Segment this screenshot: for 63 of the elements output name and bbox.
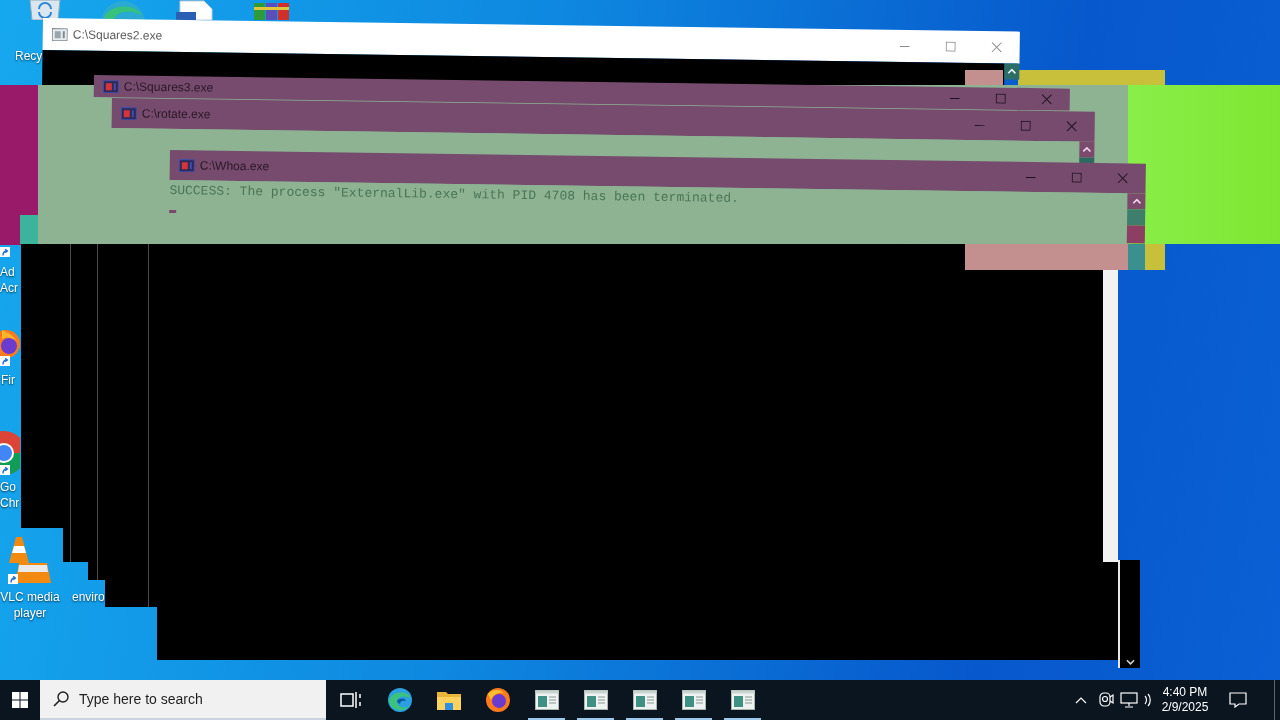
browser-icon[interactable] [0,327,20,359]
books-icon[interactable] [253,0,291,20]
chevron-up-icon [1075,696,1087,704]
app-window-icon [583,690,608,710]
close-icon [1041,94,1052,105]
console-app-icon [120,106,137,120]
search-box[interactable]: Type here to search [40,680,326,720]
chevron-up-icon [1007,68,1017,75]
chevron-up-icon [1082,146,1092,153]
desktop-icon-label[interactable]: Ad Acr [0,264,18,296]
search-input[interactable]: Type here to search [79,688,319,710]
desktop-icon-label[interactable]: VLC media player [0,589,60,621]
desktop-icon-label[interactable]: Go Chr [0,479,20,511]
desktop-icon-label[interactable]: enviro [72,589,105,605]
window-title: C:\Squares2.exe [72,27,163,43]
window-title: C:\Squares3.exe [123,79,214,95]
recycle-bin-icon[interactable] [27,0,63,20]
scrollbar-track [1079,157,1095,164]
chevron-down-icon [1125,659,1135,665]
app-window-icon [681,690,706,710]
window-title: C:\Whoa.exe [199,158,270,174]
minimize-icon [949,97,960,99]
webcam-icon [1098,692,1114,708]
scroll-up-button[interactable] [1127,193,1146,210]
scroll-up-button[interactable] [1004,63,1020,80]
task-view-icon [339,691,362,709]
glitch-block [965,70,1003,85]
console-app-icon [102,79,119,93]
console-app-icon [51,27,68,41]
traffic-cone-icon[interactable] [7,537,51,585]
scrollbar-track [1127,209,1146,226]
clock-time: 4:40 PM [1162,685,1208,700]
close-icon [991,42,1002,53]
scroll-up-button[interactable] [1079,141,1095,158]
notification-icon [1229,692,1247,708]
windows-logo-icon [12,692,28,708]
console-text: SUCCESS: The process "ExternalLib.exe" with PID 4708 has been terminated. [169,183,739,207]
maximize-icon [995,93,1006,104]
maximize-icon [945,41,956,52]
minimize-icon [1025,176,1036,178]
maximize-icon [1020,120,1031,131]
desktop-icon-label[interactable]: Fir [1,372,15,388]
scrollbar-thumb [1126,225,1146,244]
sound-waves-icon [1144,692,1152,708]
desktop-icon-label[interactable]: Recy [15,48,43,64]
window-title: C:\rotate.exe [141,106,211,122]
minimize-icon [899,45,910,47]
app-window-icon [730,690,755,710]
console-app-icon [178,158,195,172]
close-icon [1117,173,1128,184]
folder-icon [436,690,461,710]
browser-icon [485,688,510,712]
text-cursor-icon [169,210,177,214]
app-window-icon [632,690,657,710]
browser-icon [387,688,412,712]
monitor-icon [1120,692,1138,708]
chevron-up-icon [1131,198,1141,205]
search-icon [53,691,69,707]
app-window-icon [534,690,559,710]
clock-date: 2/9/2025 [1161,700,1209,715]
close-icon [1066,121,1077,132]
maximize-icon [1071,172,1082,183]
document-icon[interactable] [176,0,214,20]
